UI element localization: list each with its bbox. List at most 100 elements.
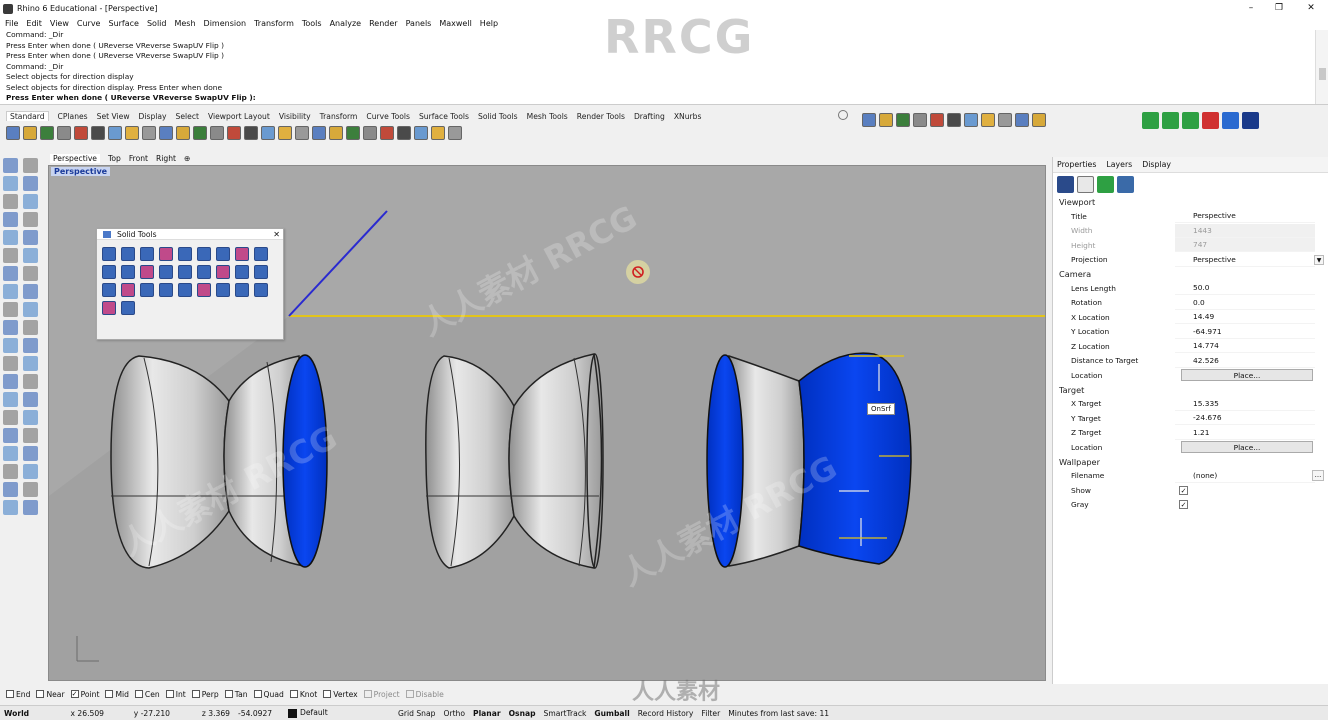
osnap-end[interactable]: End xyxy=(6,690,30,699)
fillet-icon[interactable] xyxy=(3,320,18,335)
osnap-checkbox[interactable] xyxy=(224,690,233,698)
menu-item-file[interactable]: File xyxy=(5,19,18,28)
osnap-checkbox[interactable] xyxy=(134,690,143,698)
add-viewport-icon[interactable]: ⊕ xyxy=(184,154,190,163)
osnap-checkbox[interactable] xyxy=(36,690,45,698)
solid-tool-icon[interactable] xyxy=(121,247,135,261)
print-icon[interactable] xyxy=(57,126,71,140)
menu-item-surface[interactable]: Surface xyxy=(108,19,138,28)
property-value[interactable]: 14.774 xyxy=(1175,339,1315,354)
polyline-icon[interactable] xyxy=(3,176,18,191)
menu-item-edit[interactable]: Edit xyxy=(26,19,42,28)
menu-item-maxwell[interactable]: Maxwell xyxy=(439,19,471,28)
property-value[interactable]: 15.335 xyxy=(1175,397,1315,411)
light-icon[interactable] xyxy=(23,464,38,479)
target-icon[interactable] xyxy=(1032,113,1046,127)
osnap-vertex[interactable]: Vertex xyxy=(323,690,358,699)
command-prompt[interactable]: Press Enter when done ( UReverse VRevers… xyxy=(6,93,1328,104)
osnap-disable[interactable]: Disable xyxy=(405,690,444,699)
osnap-knot[interactable]: Knot xyxy=(289,690,317,699)
toolbar-settings-icon[interactable] xyxy=(838,110,848,120)
osnap-checkbox[interactable] xyxy=(289,690,298,698)
extrude-icon[interactable] xyxy=(23,248,38,263)
zoom-icon[interactable] xyxy=(193,126,207,140)
property-value[interactable]: -64.971 xyxy=(1175,325,1315,339)
status-toggle-planar[interactable]: Planar xyxy=(469,709,505,718)
trim-icon[interactable] xyxy=(3,356,18,371)
menu-item-help[interactable]: Help xyxy=(480,19,498,28)
layer-icon[interactable] xyxy=(23,446,38,461)
lens-flare-icon[interactable] xyxy=(414,126,428,140)
offset-icon[interactable] xyxy=(23,320,38,335)
tab-display[interactable]: Display xyxy=(139,112,167,121)
tab-visibility[interactable]: Visibility xyxy=(279,112,311,121)
property-value[interactable]: -24.676 xyxy=(1175,411,1315,426)
menu-item-render[interactable]: Render xyxy=(369,19,397,28)
tab-surface-tools[interactable]: Surface Tools xyxy=(419,112,469,121)
join-icon[interactable] xyxy=(3,338,18,353)
property-value[interactable]: 14.49 xyxy=(1175,310,1315,325)
property-value[interactable]: 50.0 xyxy=(1175,281,1315,296)
property-value[interactable]: 42.526 xyxy=(1175,354,1315,368)
viewport-tab-top[interactable]: Top xyxy=(108,154,121,163)
point-icon[interactable] xyxy=(23,158,38,173)
viewport-tab-right[interactable]: Right xyxy=(156,154,176,163)
gray-checkbox[interactable]: ✓ xyxy=(1179,500,1188,510)
osnap-project[interactable]: Project xyxy=(363,690,400,699)
lock-icon[interactable] xyxy=(295,126,309,140)
solid-tool-icon[interactable] xyxy=(102,301,116,315)
tab-standard[interactable]: Standard xyxy=(6,111,49,121)
plant-icon[interactable] xyxy=(981,113,995,127)
camera-icon[interactable] xyxy=(1057,176,1074,193)
place-camera-button[interactable]: Place... xyxy=(1181,369,1313,382)
osnap-perp[interactable]: Perp xyxy=(191,690,219,699)
solid-tool-icon[interactable] xyxy=(197,283,211,297)
browse-button[interactable]: ... xyxy=(1312,469,1324,481)
group-icon[interactable] xyxy=(3,446,18,461)
copy-icon[interactable] xyxy=(108,126,122,140)
save-disk-icon[interactable] xyxy=(1242,111,1259,129)
osnap-checkbox[interactable]: ✓ xyxy=(70,690,79,698)
command-history[interactable]: Command: _Dir Press Enter when done ( URe… xyxy=(0,30,1328,105)
four-viewports-icon[interactable] xyxy=(261,126,275,140)
solid-tool-icon[interactable] xyxy=(235,265,249,279)
tab-render-tools[interactable]: Render Tools xyxy=(577,112,625,121)
minimize-button[interactable]: – xyxy=(1238,0,1264,17)
close-button[interactable]: ✕ xyxy=(1298,0,1324,17)
property-value[interactable]: Perspective xyxy=(1175,253,1315,267)
mirror-icon[interactable] xyxy=(964,113,978,127)
sphere-render-icon[interactable] xyxy=(397,126,411,140)
ellipse-icon[interactable] xyxy=(3,212,18,227)
record-icon[interactable] xyxy=(1202,111,1219,129)
viewport-title-label[interactable]: Perspective xyxy=(51,167,111,176)
tab-display[interactable]: Display xyxy=(1142,160,1171,169)
solid-tool-icon[interactable] xyxy=(197,265,211,279)
osnap-checkbox[interactable] xyxy=(6,690,14,698)
osnap-cen[interactable]: Cen xyxy=(134,690,160,699)
circle-icon[interactable] xyxy=(3,194,18,209)
display-mode-icon[interactable] xyxy=(896,113,910,127)
solid-tools-panel[interactable]: Solid Tools ✕ xyxy=(96,228,284,340)
osnap-tan[interactable]: Tan xyxy=(224,690,248,699)
maximize-button[interactable]: ❐ xyxy=(1266,0,1292,17)
solid-tool-icon[interactable] xyxy=(121,265,135,279)
filename-value[interactable]: (none) xyxy=(1175,469,1315,483)
tab-cplanes[interactable]: CPlanes xyxy=(58,112,88,121)
status-toggle-filter[interactable]: Filter xyxy=(697,709,724,718)
menu-item-mesh[interactable]: Mesh xyxy=(174,19,195,28)
undo-icon[interactable] xyxy=(142,126,156,140)
solid-tool-icon[interactable] xyxy=(102,247,116,261)
camera-icon[interactable] xyxy=(3,482,18,497)
sphere-icon[interactable] xyxy=(23,266,38,281)
osnap-checkbox[interactable] xyxy=(105,690,114,698)
tab-select[interactable]: Select xyxy=(176,112,199,121)
menu-item-curve[interactable]: Curve xyxy=(77,19,101,28)
solid-tool-icon[interactable] xyxy=(140,247,154,261)
property-value[interactable]: Perspective xyxy=(1175,209,1315,224)
command-scrollbar[interactable] xyxy=(1315,30,1328,104)
property-value[interactable]: 0.0 xyxy=(1175,296,1315,310)
tab-properties[interactable]: Properties xyxy=(1057,160,1096,169)
viewport-tab-perspective[interactable]: Perspective xyxy=(50,153,100,163)
link-icon[interactable] xyxy=(1117,176,1134,193)
rectangle-icon[interactable] xyxy=(23,212,38,227)
